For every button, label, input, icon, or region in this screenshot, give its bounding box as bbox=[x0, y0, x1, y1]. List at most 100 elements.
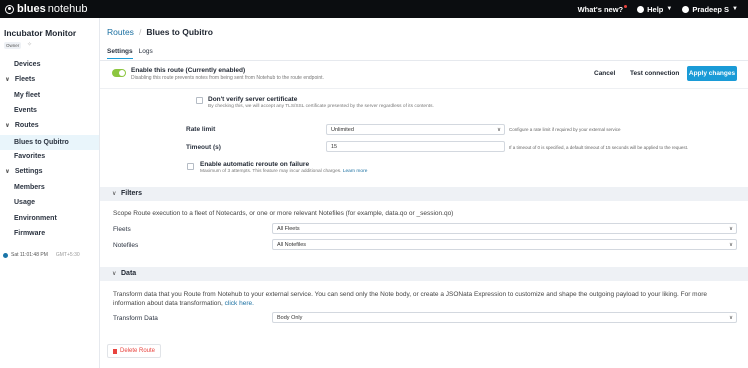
sidebar-item-usage[interactable]: Usage bbox=[14, 199, 35, 206]
sidebar-item-environment[interactable]: Environment bbox=[14, 215, 57, 222]
sidebar-item-label: My fleet bbox=[14, 92, 41, 99]
delete-route-button[interactable]: Delete Route bbox=[107, 344, 161, 358]
auto-reroute-subtitle: Maximum of 3 attempts. This feature may … bbox=[200, 169, 367, 174]
sidebar-item-members[interactable]: Members bbox=[14, 184, 45, 191]
chevron-down-icon: ∨ bbox=[496, 127, 501, 133]
sidebar-item-label: Usage bbox=[14, 199, 36, 206]
pin-icon[interactable]: ✧ bbox=[27, 41, 32, 48]
timeout-hint: If a timeout of 0 is specified, a defaul… bbox=[509, 145, 689, 150]
enable-route-toggle[interactable] bbox=[112, 69, 126, 77]
sidebar-item-label: Firmware bbox=[14, 230, 46, 237]
sidebar-item-favorites[interactable]: Favorites bbox=[14, 153, 45, 160]
sidebar-item-blues-to-qubitro[interactable]: Blues to Qubitro bbox=[0, 135, 99, 150]
rate-limit-select[interactable]: Unlimited ∨ bbox=[326, 124, 505, 135]
transform-data-label: Transform Data bbox=[113, 315, 158, 322]
sidebar-item-settings[interactable]: ∨ Settings bbox=[5, 168, 43, 175]
fleets-value: All Fleets bbox=[277, 225, 300, 232]
help-icon bbox=[637, 5, 645, 13]
brand-logo-link[interactable]: blues notehub bbox=[5, 3, 88, 15]
sidebar-item-firmware[interactable]: Firmware bbox=[14, 230, 45, 237]
notefiles-value: All Notefiles bbox=[277, 241, 307, 248]
trash-icon bbox=[112, 348, 117, 354]
user-icon bbox=[682, 5, 690, 13]
timeout-value: 15 bbox=[331, 143, 338, 150]
data-description: Transform data that you Route from Noteh… bbox=[113, 290, 713, 308]
test-connection-button[interactable]: Test connection bbox=[630, 70, 679, 77]
data-section-header[interactable]: ∨ Data bbox=[100, 267, 748, 281]
notefiles-label: Notefiles bbox=[113, 242, 139, 249]
owner-badge: Owner bbox=[4, 42, 22, 49]
cancel-button[interactable]: Cancel bbox=[594, 70, 615, 77]
sidebar-item-label: Devices bbox=[14, 61, 41, 68]
sidebar-item-label: Blues to Qubitro bbox=[14, 139, 69, 146]
rate-limit-hint: Configure a rate limit if required by yo… bbox=[509, 127, 621, 132]
whats-new-label: What's new? bbox=[577, 4, 624, 14]
enable-route-subtitle: Disabling this route prevents notes from… bbox=[131, 75, 324, 81]
delete-route-label: Delete Route bbox=[119, 348, 156, 354]
whats-new-link[interactable]: What's new? bbox=[578, 5, 628, 14]
breadcrumb: Routes / Blues to Qubitro bbox=[107, 27, 213, 37]
user-name: Pradeep S bbox=[692, 4, 730, 14]
auto-reroute-subtitle-text: Maximum of 3 attempts. This feature may … bbox=[200, 169, 342, 174]
chevron-down-icon: ∨ bbox=[112, 191, 117, 197]
sidebar-item-events[interactable]: Events bbox=[14, 107, 37, 114]
fleets-select[interactable]: All Fleets ∨ bbox=[272, 223, 737, 234]
help-menu[interactable]: Help ▼ bbox=[637, 5, 672, 14]
sidebar-item-devices[interactable]: Devices bbox=[14, 61, 40, 68]
transform-data-select[interactable]: Body Only ∨ bbox=[272, 312, 737, 323]
project-title: Incubator Monitor bbox=[4, 28, 77, 38]
enable-route-title: Enable this route (Currently enabled) bbox=[131, 67, 246, 74]
filters-section-header[interactable]: ∨ Filters bbox=[100, 187, 748, 201]
chevron-down-icon: ∨ bbox=[728, 226, 733, 232]
breadcrumb-routes-link[interactable]: Routes bbox=[107, 27, 134, 37]
learn-more-link[interactable]: Learn more bbox=[343, 169, 368, 174]
click-here-link[interactable]: click here. bbox=[225, 300, 254, 307]
help-label: Help bbox=[647, 4, 664, 14]
brand-blues: blues bbox=[17, 3, 46, 15]
notification-dot-icon bbox=[624, 5, 628, 8]
tab-logs[interactable]: Logs bbox=[139, 48, 153, 59]
rate-limit-value: Unlimited bbox=[331, 126, 354, 133]
sidebar-item-fleets[interactable]: ∨ Fleets bbox=[5, 76, 35, 83]
chevron-down-icon: ∨ bbox=[728, 315, 733, 321]
clock-gmt: GMT+5:30 bbox=[55, 252, 80, 258]
auto-reroute-checkbox[interactable] bbox=[187, 163, 194, 170]
tab-settings[interactable]: Settings bbox=[107, 48, 133, 59]
dont-verify-cert-subtitle: By checking this, we will accept any TLS… bbox=[208, 104, 434, 109]
auto-reroute-title: Enable automatic reroute on failure bbox=[200, 161, 310, 168]
breadcrumb-separator: / bbox=[138, 27, 142, 37]
chevron-down-icon: ∨ bbox=[112, 271, 117, 277]
sidebar-clock: Sat 11:01:48 PM GMT+5:30 bbox=[3, 252, 80, 258]
notefiles-select[interactable]: All Notefiles ∨ bbox=[272, 239, 737, 250]
sidebar-item-my-fleet[interactable]: My fleet bbox=[14, 92, 40, 99]
chevron-down-icon: ∨ bbox=[5, 169, 10, 175]
enable-route-bar: Enable this route (Currently enabled) Di… bbox=[100, 61, 748, 89]
chevron-down-icon: ∨ bbox=[5, 123, 10, 129]
sidebar-item-label: Routes bbox=[14, 122, 39, 129]
sidebar-item-label: Environment bbox=[14, 215, 57, 222]
transform-data-value: Body Only bbox=[277, 314, 303, 321]
sidebar-item-label: Settings bbox=[14, 168, 43, 175]
sidebar-item-label: Events bbox=[14, 107, 37, 114]
dont-verify-cert-checkbox[interactable] bbox=[196, 97, 203, 104]
tab-bar: Settings Logs bbox=[107, 48, 159, 59]
sidebar-item-label: Members bbox=[14, 184, 45, 191]
page-title: Blues to Qubitro bbox=[146, 27, 213, 37]
chevron-down-icon: ∨ bbox=[728, 242, 733, 248]
sidebar-item-routes[interactable]: ∨ Routes bbox=[5, 122, 39, 129]
timeout-label: Timeout (s) bbox=[186, 144, 221, 151]
top-bar: blues notehub What's new? Help ▼ Pradeep… bbox=[0, 0, 748, 18]
timeout-input[interactable]: 15 bbox=[326, 141, 505, 152]
user-menu[interactable]: Pradeep S ▼ bbox=[682, 5, 738, 14]
filters-description: Scope Route execution to a fleet of Note… bbox=[113, 210, 454, 217]
brand-notehub: notehub bbox=[47, 3, 88, 15]
sidebar-item-label: Fleets bbox=[14, 76, 36, 83]
globe-icon bbox=[3, 252, 8, 258]
dont-verify-cert-title: Don't verify server certificate bbox=[208, 96, 298, 103]
data-title: Data bbox=[121, 270, 137, 277]
clock-time: Sat 11:01:48 PM bbox=[11, 252, 48, 258]
rate-limit-label: Rate limit bbox=[186, 126, 216, 133]
apply-changes-button[interactable]: Apply changes bbox=[687, 66, 737, 81]
sidebar: Incubator Monitor Owner ✧ Devices ∨ Fleet… bbox=[0, 18, 100, 368]
fleets-label: Fleets bbox=[113, 226, 131, 233]
